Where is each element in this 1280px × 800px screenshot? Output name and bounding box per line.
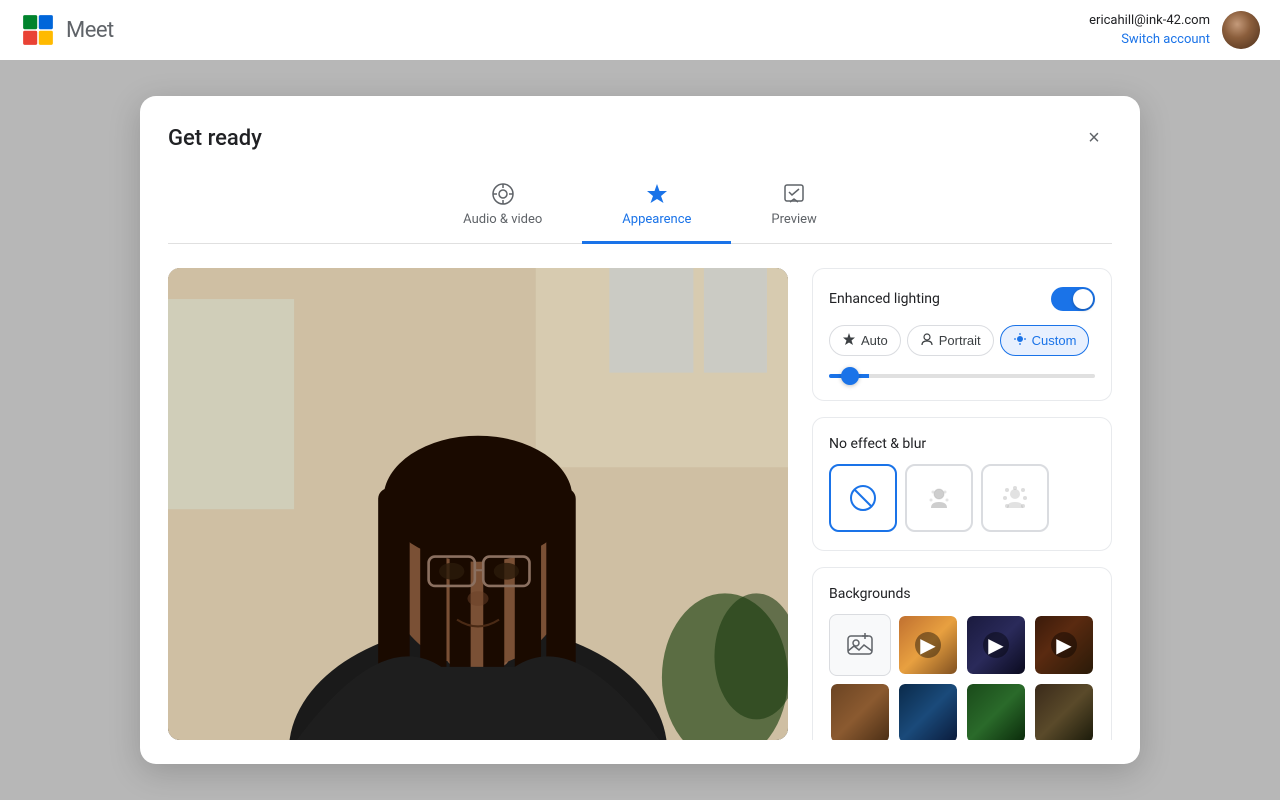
backgrounds-card: Backgrounds xyxy=(812,567,1112,740)
heavy-blur-button[interactable] xyxy=(981,464,1049,532)
slider-thumb xyxy=(841,367,859,385)
brand-area: Meet xyxy=(20,12,114,48)
modal-overlay: Get ready × Audio & video xyxy=(0,60,1280,800)
avatar-image xyxy=(1222,11,1260,49)
light-blur-button[interactable] xyxy=(905,464,973,532)
app-title: Meet xyxy=(66,18,114,43)
bg-play-icon-3: ▶ xyxy=(1051,632,1077,658)
lighting-header: Enhanced lighting xyxy=(829,287,1095,311)
backgrounds-section-title: Backgrounds xyxy=(829,586,1095,602)
brightness-slider[interactable] xyxy=(829,374,1095,378)
video-feed xyxy=(168,268,788,740)
modal-header: Get ready × xyxy=(140,96,1140,156)
preview-tab-icon xyxy=(782,182,806,206)
meet-logo-icon xyxy=(20,12,56,48)
tab-audio-video-label: Audio & video xyxy=(463,212,542,227)
lighting-label: Enhanced lighting xyxy=(829,291,940,307)
background-item-4[interactable] xyxy=(829,682,891,740)
lighting-toggle[interactable] xyxy=(1051,287,1095,311)
right-panel: Enhanced lighting Auto xyxy=(812,268,1112,740)
lighting-card: Enhanced lighting Auto xyxy=(812,268,1112,401)
tab-appearance-label: Appearence xyxy=(622,212,691,227)
upload-background-button[interactable] xyxy=(829,614,891,676)
background-grid: ▶ ▶ ▶ xyxy=(829,614,1095,740)
effects-section-title: No effect & blur xyxy=(829,436,1095,452)
background-item-2[interactable]: ▶ xyxy=(965,614,1027,676)
user-email: ericahill@ink-42.com xyxy=(1089,13,1210,28)
tab-appearance[interactable]: Appearence xyxy=(582,172,731,244)
toggle-track[interactable] xyxy=(1051,287,1095,311)
portrait-mode-label: Portrait xyxy=(939,333,981,348)
background-item-1[interactable]: ▶ xyxy=(897,614,959,676)
portrait-icon xyxy=(920,332,934,349)
modal-body: Enhanced lighting Auto xyxy=(140,244,1140,764)
effects-card: No effect & blur xyxy=(812,417,1112,551)
topbar: Meet ericahill@ink-42.com Switch account xyxy=(0,0,1280,60)
video-panel xyxy=(168,268,788,740)
no-effect-button[interactable] xyxy=(829,464,897,532)
brightness-slider-wrap[interactable] xyxy=(829,370,1095,382)
custom-mode-label: Custom xyxy=(1032,333,1077,348)
custom-icon xyxy=(1013,332,1027,349)
portrait-mode-button[interactable]: Portrait xyxy=(907,325,994,356)
switch-account-link[interactable]: Switch account xyxy=(1121,32,1210,47)
user-info: ericahill@ink-42.com Switch account xyxy=(1089,13,1210,47)
audio-video-tab-icon xyxy=(491,182,515,206)
bg-play-icon-1: ▶ xyxy=(915,632,941,658)
get-ready-modal: Get ready × Audio & video xyxy=(140,96,1140,764)
close-button[interactable]: × xyxy=(1076,120,1112,156)
bg-play-icon-2: ▶ xyxy=(983,632,1009,658)
background-item-6[interactable] xyxy=(965,682,1027,740)
tab-preview-label: Preview xyxy=(771,212,816,227)
toggle-thumb xyxy=(1073,289,1093,309)
background-item-7[interactable] xyxy=(1033,682,1095,740)
background-item-3[interactable]: ▶ xyxy=(1033,614,1095,676)
modal-title: Get ready xyxy=(168,126,262,151)
effect-options xyxy=(829,464,1095,532)
background-item-5[interactable] xyxy=(897,682,959,740)
appearance-tab-icon xyxy=(645,182,669,206)
auto-mode-label: Auto xyxy=(861,333,888,348)
tab-bar: Audio & video Appearence xyxy=(168,156,1112,244)
custom-mode-button[interactable]: Custom xyxy=(1000,325,1090,356)
auto-mode-button[interactable]: Auto xyxy=(829,325,901,356)
tab-audio-video[interactable]: Audio & video xyxy=(423,172,582,244)
auto-icon xyxy=(842,332,856,349)
avatar[interactable] xyxy=(1222,11,1260,49)
tab-preview[interactable]: Preview xyxy=(731,172,856,244)
lighting-mode-buttons: Auto Portrait xyxy=(829,325,1095,356)
user-area: ericahill@ink-42.com Switch account xyxy=(1089,11,1260,49)
